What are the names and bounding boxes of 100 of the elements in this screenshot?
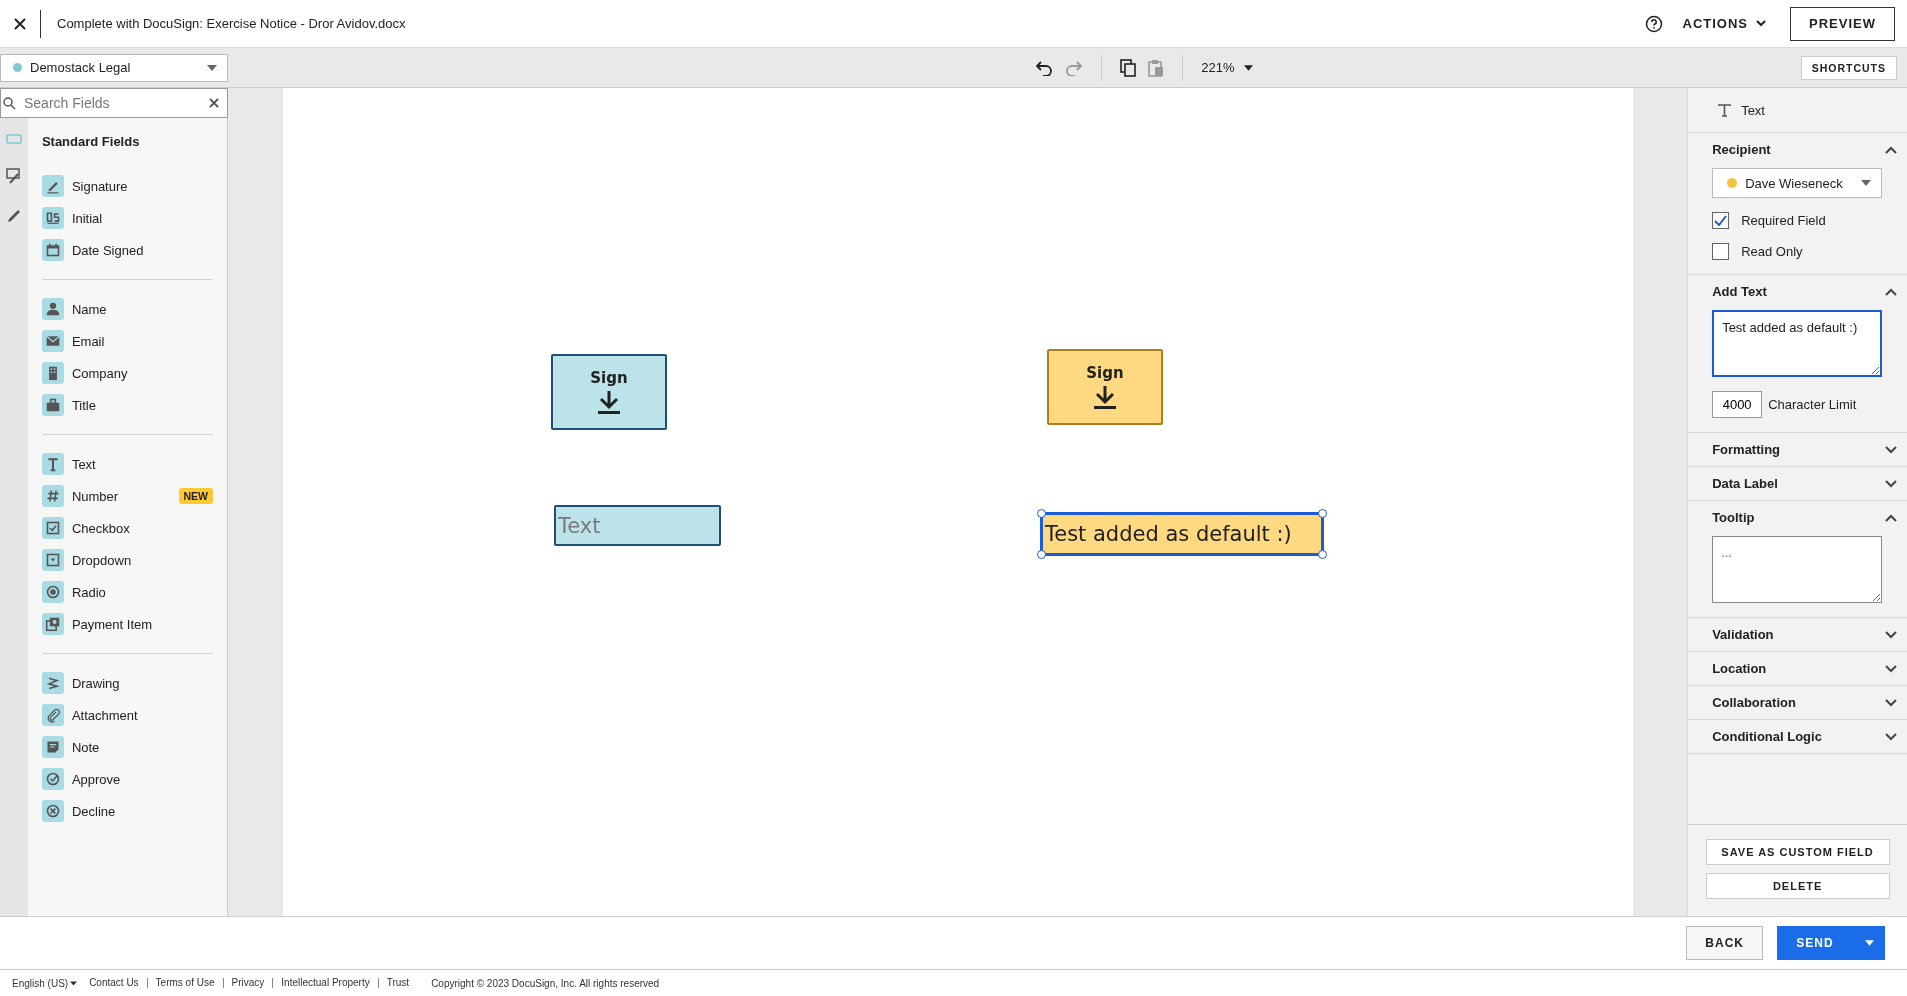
caret-icon <box>70 980 78 986</box>
chevron-up-icon[interactable] <box>1885 287 1897 296</box>
text-icon <box>1718 103 1732 117</box>
field-type-label: Text <box>1741 102 1765 118</box>
field-type-item[interactable]: Initial <box>71 210 213 226</box>
undo-icon[interactable] <box>1035 59 1054 76</box>
field-type-item[interactable]: Approve <box>71 771 213 787</box>
field-type-item[interactable]: Dropdown <box>71 552 213 568</box>
field-type-item[interactable]: Note <box>71 739 213 755</box>
signature-field[interactable]: Sign <box>1046 349 1163 425</box>
text-field[interactable]: Test added as default :) <box>1039 512 1324 556</box>
footer-link[interactable]: Trust <box>377 978 418 988</box>
panel-button[interactable]: DELETE <box>1705 873 1890 899</box>
caret-icon <box>1244 64 1254 71</box>
resize-handle[interactable] <box>1317 509 1327 518</box>
field-type-item[interactable]: Drawing <box>71 675 213 691</box>
caret-icon[interactable] <box>1864 940 1874 946</box>
preview-button[interactable]: PREVIEW <box>1790 6 1895 41</box>
help-icon[interactable] <box>1644 14 1663 33</box>
footer-link[interactable]: Privacy <box>222 978 273 988</box>
tooltip-field[interactable]: ... <box>1712 536 1883 603</box>
resize-handle[interactable] <box>1036 509 1046 518</box>
checkbox[interactable] <box>1712 212 1730 229</box>
copy-icon[interactable] <box>1120 58 1137 77</box>
search-field[interactable]: Search Fields <box>0 88 228 118</box>
chevron-down-icon <box>1756 20 1767 27</box>
close-icon[interactable] <box>14 17 26 30</box>
checkbox-label: Read Only <box>1741 244 1803 259</box>
account-dot <box>13 63 22 72</box>
chevron-up-icon[interactable] <box>1885 145 1897 154</box>
text-icon <box>41 453 64 475</box>
section-title: Collaboration <box>1712 695 1796 710</box>
chevron-down-icon[interactable] <box>1885 445 1897 454</box>
section-title: Location <box>1712 661 1767 676</box>
copyright-text: Copyright © 2023 DocuSign, Inc. All rights reserved <box>431 977 660 989</box>
field-tab-icon[interactable] <box>5 134 22 144</box>
clear-icon[interactable] <box>209 98 219 108</box>
tools-icon[interactable] <box>5 168 22 184</box>
actions-menu[interactable]: ACTIONS <box>1682 16 1767 31</box>
section-heading: Standard Fields <box>40 133 141 151</box>
footer-link[interactable]: Terms of Use <box>146 978 223 988</box>
chevron-down-icon[interactable] <box>1885 698 1897 707</box>
field-type-item[interactable]: Email <box>71 333 213 349</box>
zoom-dropdown[interactable]: 221% <box>1201 60 1254 75</box>
account-dropdown[interactable]: Demostack Legal <box>0 53 228 82</box>
checkbox-icon <box>41 517 64 539</box>
chevron-down-icon[interactable] <box>1885 479 1897 488</box>
download-icon <box>595 389 622 415</box>
field-type-item[interactable]: Name <box>71 301 213 317</box>
default-text-field[interactable]: Test added as default :) <box>1712 310 1883 377</box>
chevron-up-icon[interactable] <box>1885 513 1897 522</box>
chevron-down-icon[interactable] <box>1885 732 1897 741</box>
panel-button[interactable]: SAVE AS CUSTOM FIELD <box>1705 839 1890 865</box>
field-type-item[interactable]: Attachment <box>71 707 213 723</box>
resize-handle[interactable] <box>1036 550 1046 559</box>
field-type-item[interactable]: Text <box>71 456 213 472</box>
section-title: Conditional Logic <box>1712 729 1822 744</box>
caret-icon <box>207 64 217 71</box>
checkbox-label: Required Field <box>1741 213 1826 228</box>
field-type-item[interactable]: Radio <box>71 584 213 600</box>
field-type-item[interactable]: Signature <box>71 178 213 194</box>
character-limit-label: Character Limit <box>1768 397 1857 412</box>
note-icon <box>41 736 64 758</box>
section-title: Validation <box>1712 627 1774 642</box>
zigzag-icon <box>41 672 64 694</box>
paperclip-icon <box>41 704 64 726</box>
language-selector[interactable]: English (US) <box>12 977 78 989</box>
back-button[interactable]: BACK <box>1686 926 1763 960</box>
signature-field[interactable]: Sign <box>550 354 667 430</box>
field-type-item[interactable]: Decline <box>71 803 213 819</box>
section-title: Formatting <box>1712 442 1781 457</box>
chevron-down-icon[interactable] <box>1885 664 1897 673</box>
footer-link[interactable]: Intellectual Property <box>272 978 378 988</box>
footer-link[interactable]: Contact Us <box>89 978 147 988</box>
building-icon <box>41 362 64 384</box>
resize-handle[interactable] <box>1317 550 1327 559</box>
recipient-dropdown[interactable]: Dave Wieseneck <box>1712 168 1883 198</box>
download-icon <box>1091 384 1118 410</box>
field-type-item[interactable]: Number <box>71 488 171 504</box>
dropdown-icon <box>41 549 64 571</box>
field-type-item[interactable]: Company <box>71 365 213 381</box>
section-title: Add Text <box>1712 284 1767 299</box>
chevron-down-icon[interactable] <box>1885 630 1897 639</box>
shortcuts-button[interactable]: SHORTCUTS <box>1800 55 1897 80</box>
field-type-item[interactable]: Title <box>71 397 213 413</box>
search-icon <box>3 96 16 110</box>
caret-icon <box>1861 180 1872 186</box>
person-icon <box>41 298 64 320</box>
checkbox[interactable] <box>1712 243 1730 260</box>
field-type-item[interactable]: Payment Item <box>71 616 213 632</box>
pen-icon[interactable] <box>5 208 22 224</box>
sign-label: Sign <box>1086 364 1124 382</box>
search-field[interactable]: Search Fields <box>22 94 203 112</box>
field-type-item[interactable]: Date Signed <box>71 242 213 258</box>
sign-label: Sign <box>590 369 628 387</box>
new-badge: NEW <box>178 488 213 504</box>
character-limit-field[interactable]: 4000 <box>1712 391 1763 418</box>
field-type-item[interactable]: Checkbox <box>71 520 213 536</box>
calendar-icon <box>41 239 64 261</box>
send-button[interactable]: SEND <box>1777 926 1885 960</box>
